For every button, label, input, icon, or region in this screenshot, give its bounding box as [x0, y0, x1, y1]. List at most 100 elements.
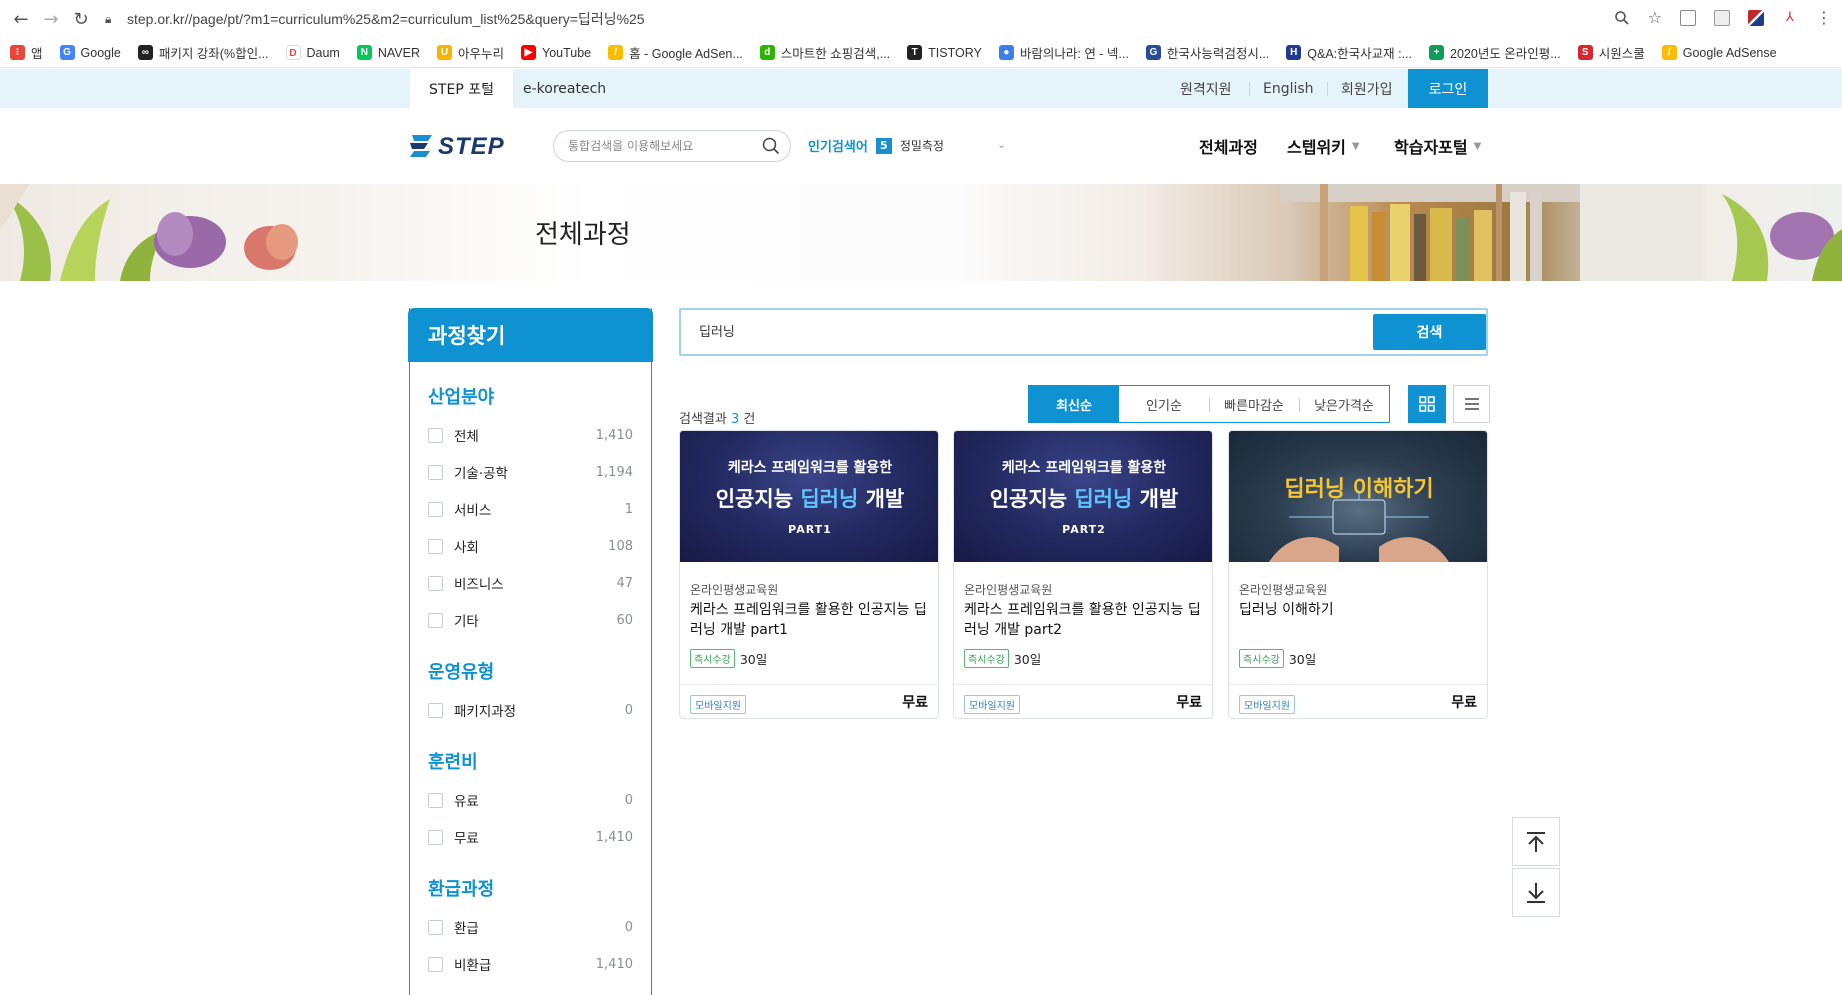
bookmark-item[interactable]: / Google AdSense [1661, 45, 1777, 60]
login-button[interactable]: 로그인 [1408, 69, 1488, 108]
bookmark-item[interactable]: H Q&A:한국사교재 :... [1286, 43, 1412, 62]
bookmark-item[interactable]: N NAVER [356, 45, 420, 60]
list-view-button[interactable] [1453, 385, 1490, 423]
bookmark-item[interactable]: T TISTORY [907, 45, 982, 60]
course-card[interactable]: 딥러닝 이해하기 온라인평생교육원 딥러닝 이해하기 즉시수강 30일 모바일지… [1228, 430, 1488, 719]
scroll-top-button[interactable] [1512, 817, 1560, 866]
filter-item[interactable]: 비환급 1,410 [428, 954, 633, 974]
popular-keyword[interactable]: 정밀측정 [900, 137, 944, 154]
checkbox[interactable] [428, 612, 443, 628]
bookmark-item[interactable]: d 스마트한 쇼핑검색,... [759, 43, 890, 62]
url-text[interactable]: step.or.kr//page/pt/?m1=curriculum%25&m2… [127, 9, 645, 29]
bookmark-label: Google AdSense [1682, 45, 1777, 60]
sort-latest[interactable]: 최신순 [1029, 386, 1119, 422]
thumb-title-part: 개발 [1132, 487, 1179, 511]
chevron-down-icon[interactable]: ⌄ [997, 138, 1006, 151]
scroll-bottom-button[interactable] [1512, 868, 1560, 917]
grid-view-button[interactable] [1408, 385, 1446, 423]
card-footer: 모바일지원 무료 [1229, 684, 1487, 718]
filter-item[interactable]: 서비스 1 [428, 499, 633, 519]
nav-learner-portal[interactable]: 학습자포털 ▼ [1394, 134, 1481, 158]
checkbox[interactable] [428, 464, 443, 480]
list-icon [1464, 398, 1479, 410]
nav-all-courses[interactable]: 전체과정 [1199, 134, 1258, 158]
search-icon[interactable] [762, 137, 780, 155]
bookmark-favicon-icon: ● [998, 45, 1014, 60]
zoom-icon[interactable] [1614, 10, 1630, 26]
checkbox[interactable] [428, 575, 443, 591]
bookmark-favicon-icon: / [608, 45, 624, 60]
signup-link[interactable]: 회원가입 [1341, 69, 1393, 108]
global-search-input[interactable] [568, 139, 748, 153]
course-card[interactable]: 케라스 프레임워크를 활용한 인공지능 딥러닝 개발 PART1 온라인평생교육… [679, 430, 939, 719]
filter-item[interactable]: 비즈니스 47 [428, 573, 633, 593]
bookmark-item[interactable]: S 시원스쿨 [1577, 43, 1645, 62]
bookmark-item[interactable]: ⁝ 앱 [10, 43, 43, 62]
filter-item[interactable]: 기술·공학 1,194 [428, 462, 633, 482]
checkbox[interactable] [428, 702, 443, 718]
bookmark-item[interactable]: ∞ 패키지 강좌(%합인... [137, 43, 269, 62]
filter-label: 기타 [454, 614, 479, 630]
filter-item[interactable]: 유료 0 [428, 790, 633, 810]
browser-actions: ☆ ⅄ ⋮ [1614, 8, 1832, 27]
course-title[interactable]: 케라스 프레임워크를 활용한 인공지능 딥러닝 개발 part2 [964, 600, 1204, 640]
course-thumbnail[interactable]: 케라스 프레임워크를 활용한 인공지능 딥러닝 개발 PART2 [954, 431, 1212, 562]
checkbox[interactable] [428, 538, 443, 554]
checkbox[interactable] [428, 829, 443, 845]
course-thumbnail[interactable]: 딥러닝 이해하기 [1229, 431, 1487, 562]
remote-support-link[interactable]: 원격지원 [1180, 69, 1232, 108]
bookmark-item[interactable]: / 홈 - Google AdSen... [608, 43, 743, 62]
thumb-title-highlight: 딥러닝 [800, 487, 859, 511]
filter-item[interactable]: 환급 0 [428, 917, 633, 937]
checkbox[interactable] [428, 427, 443, 443]
menu-icon[interactable]: ⋮ [1816, 8, 1832, 27]
course-title[interactable]: 딥러닝 이해하기 [1239, 600, 1479, 620]
extension-flag-icon[interactable] [1748, 9, 1764, 26]
bookmark-item[interactable]: G 한국사능력검정시... [1145, 43, 1269, 62]
english-link[interactable]: English [1263, 69, 1314, 108]
extension-pdf-icon[interactable]: ⅄ [1782, 9, 1798, 26]
sort-price[interactable]: 낮은가격순 [1299, 386, 1389, 422]
popular-keywords[interactable]: 인기검색어 5 정밀측정 [808, 136, 944, 155]
bookmark-item[interactable]: ● 바람의나라: 연 - 넥... [998, 43, 1129, 62]
address-bar[interactable]: 🔒︎ step.or.kr//page/pt/?m1=curriculum%25… [105, 5, 1675, 33]
tab-ekoreatech[interactable]: e-koreatech [523, 69, 606, 108]
bookmark-item[interactable]: U 아우누리 [436, 43, 504, 62]
sort-popular[interactable]: 인기순 [1119, 386, 1209, 422]
course-search-input[interactable] [699, 323, 1349, 338]
bookmark-item[interactable]: ▶ YouTube [521, 45, 591, 60]
checkbox[interactable] [428, 956, 443, 972]
thumb-title: 인공지능 딥러닝 개발 [990, 483, 1179, 513]
search-button[interactable]: 검색 [1373, 314, 1486, 350]
tab-step-portal[interactable]: STEP 포털 [410, 69, 513, 108]
filter-item[interactable]: 패키지과정 0 [428, 700, 633, 720]
bookmark-item[interactable]: D Daum [285, 45, 340, 60]
checkbox[interactable] [428, 792, 443, 808]
reload-icon[interactable]: ↻ [66, 4, 96, 34]
course-title[interactable]: 케라스 프레임워크를 활용한 인공지능 딥러닝 개발 part1 [690, 600, 930, 640]
extension-cast-icon[interactable] [1680, 9, 1696, 26]
bookmark-label: 2020년도 온라인평... [1450, 47, 1561, 61]
tulip-illustration-right [1722, 194, 1842, 281]
step-logo[interactable]: STEP [408, 132, 505, 162]
filter-item[interactable]: 전체 1,410 [428, 425, 633, 445]
filter-item[interactable]: 무료 1,410 [428, 827, 633, 847]
extension-window-icon[interactable] [1714, 9, 1730, 26]
back-icon[interactable]: ← [6, 4, 36, 34]
filter-item[interactable]: 사회 108 [428, 536, 633, 556]
checkbox[interactable] [428, 501, 443, 517]
course-meta: 즉시수강 30일 [1239, 649, 1316, 668]
filter-label: 사회 [454, 540, 479, 556]
nav-step-wiki[interactable]: 스텝위키 ▼ [1287, 134, 1360, 158]
filter-item[interactable]: 기타 60 [428, 610, 633, 630]
bookmark-item[interactable]: G Google [59, 45, 121, 60]
course-thumbnail[interactable]: 케라스 프레임워크를 활용한 인공지능 딥러닝 개발 PART1 [680, 431, 938, 562]
sort-deadline[interactable]: 빠른마감순 [1209, 386, 1299, 422]
star-icon[interactable]: ☆ [1648, 8, 1662, 27]
checkbox[interactable] [428, 919, 443, 935]
filter-count: 60 [616, 612, 633, 628]
filter-label: 비즈니스 [454, 577, 504, 593]
course-card[interactable]: 케라스 프레임워크를 활용한 인공지능 딥러닝 개발 PART2 온라인평생교육… [953, 430, 1213, 719]
bookmark-item[interactable]: +2020년도 온라인평... [1429, 43, 1561, 62]
forward-icon[interactable]: → [36, 4, 66, 34]
